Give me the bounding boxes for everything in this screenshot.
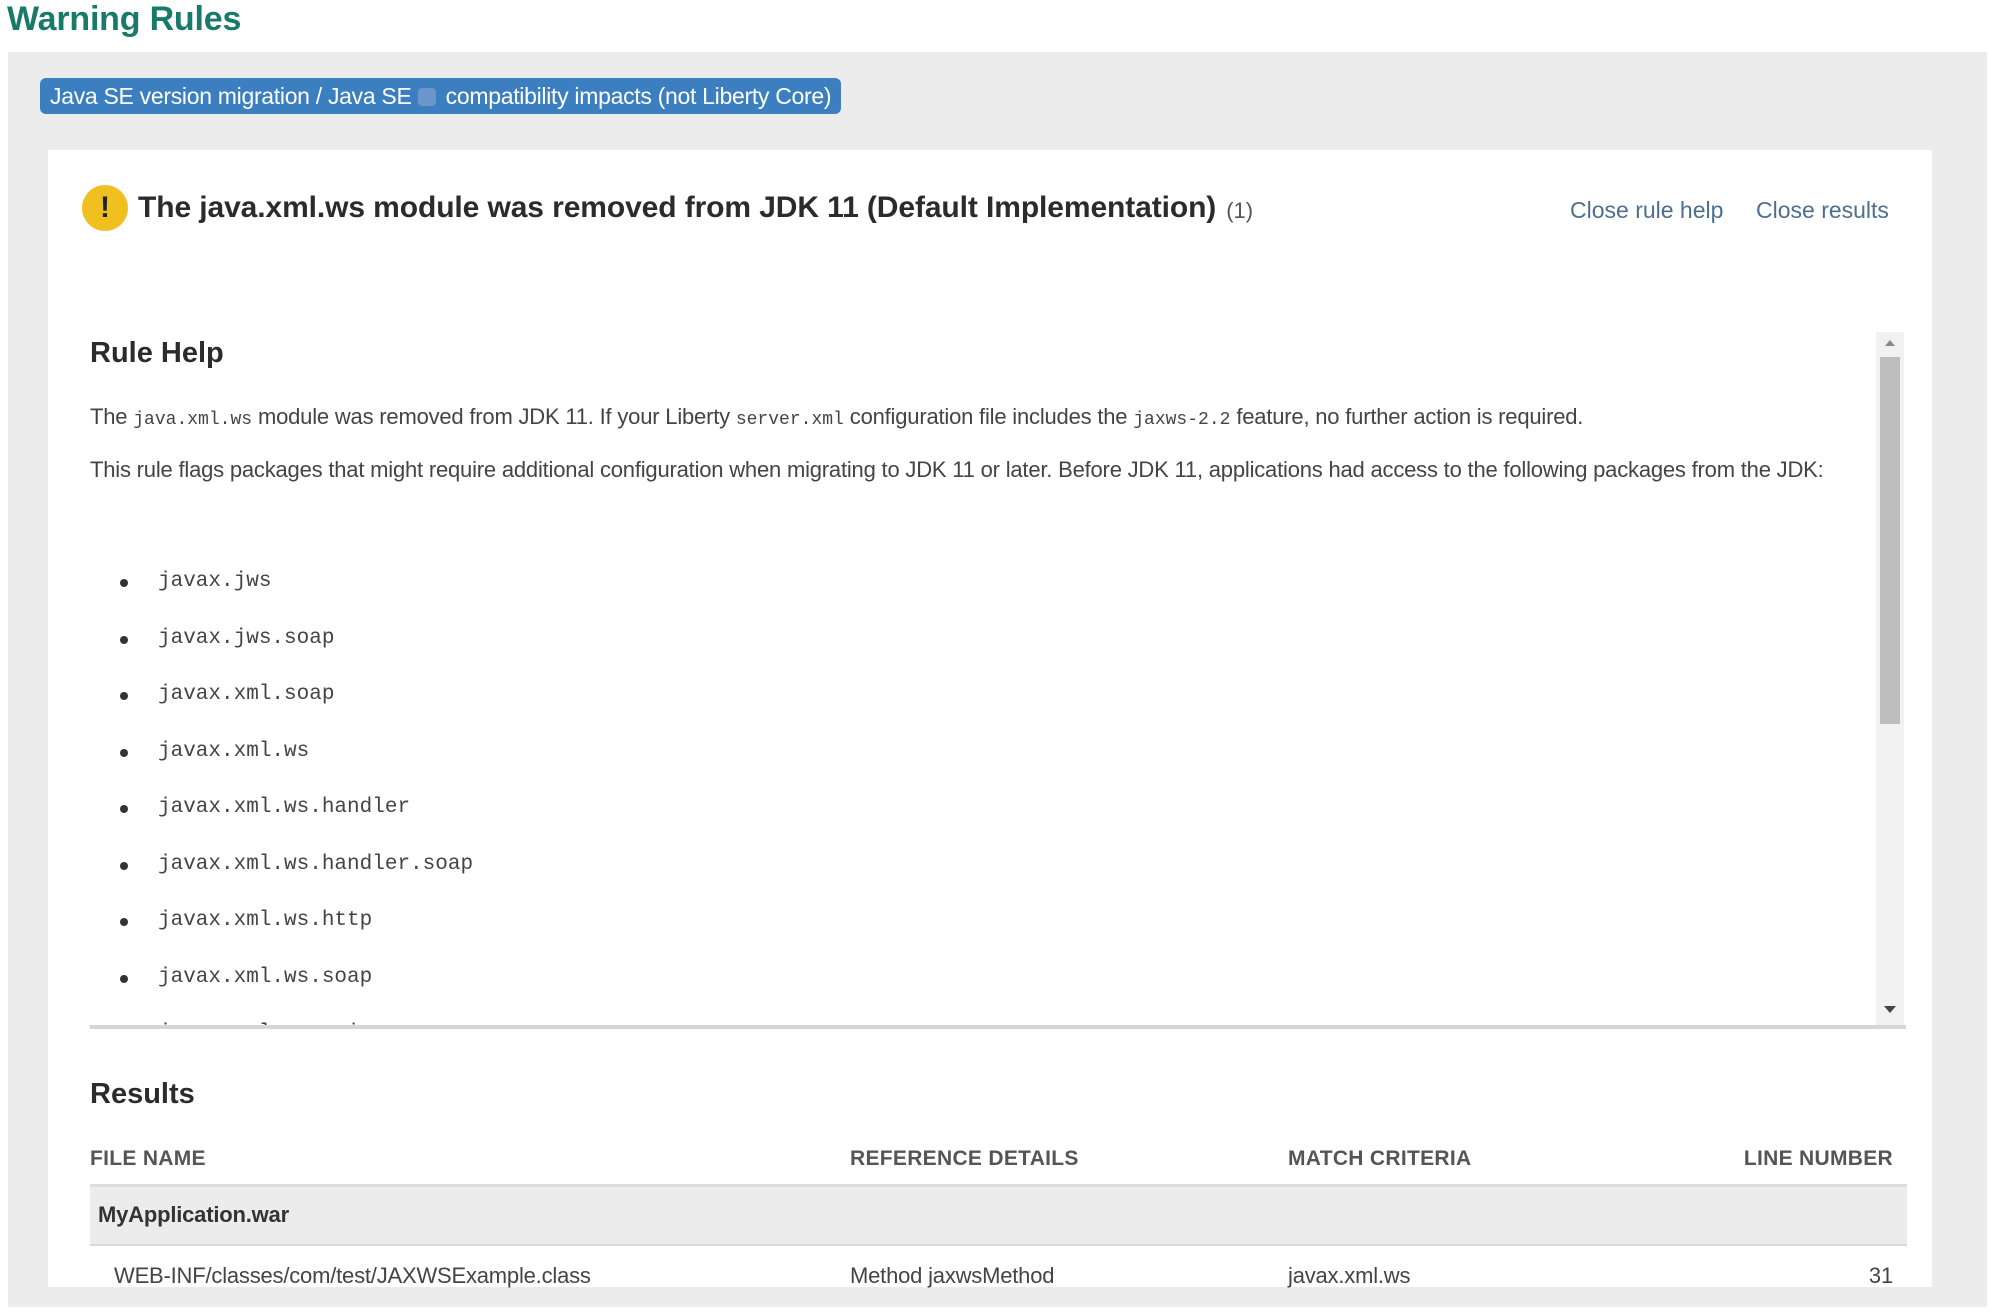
package-item: javax.xml.ws.handler: [90, 780, 473, 837]
bullet-icon: [120, 579, 128, 587]
cell-match-criteria: javax.xml.ws: [1288, 1263, 1411, 1288]
bullet-icon: [120, 918, 128, 926]
page-title: Warning Rules: [7, 0, 242, 38]
package-name: javax.xml.soap: [158, 683, 335, 706]
results-header-row: FILE NAME REFERENCE DETAILS MATCH CRITER…: [90, 1135, 1907, 1187]
package-name: javax.xml.ws.handler.soap: [158, 852, 474, 876]
rule-header: ! The java.xml.ws module was removed fro…: [82, 185, 1253, 231]
text: configuration file includes the: [843, 404, 1134, 429]
section-divider: [90, 1025, 1906, 1029]
bullet-icon: [120, 692, 128, 700]
group-name: MyApplication.war: [90, 1185, 1907, 1246]
close-rule-help-link[interactable]: Close rule help: [1570, 197, 1723, 224]
rule-title: The java.xml.ws module was removed from …: [138, 191, 1217, 224]
column-header-reference-details[interactable]: REFERENCE DETAILS: [850, 1135, 1288, 1187]
column-header-match-criteria[interactable]: MATCH CRITERIA: [1288, 1135, 1728, 1187]
bullet-icon: [120, 974, 128, 983]
close-results-link[interactable]: Close results: [1756, 197, 1889, 224]
package-list: javax.jws javax.jws.soap javax.xml.soap …: [90, 554, 473, 1028]
package-name: javax.xml.ws.http: [158, 909, 373, 932]
text: feature, no further action is required.: [1230, 404, 1584, 429]
package-item: javax.xml.soap: [90, 667, 473, 724]
code-server-xml: server.xml: [735, 410, 844, 430]
redacted-version-icon: [417, 88, 436, 106]
rule-help-paragraph-2: This rule flags packages that might requ…: [90, 457, 1824, 482]
bullet-icon: [120, 805, 128, 813]
package-item: javax.xml.ws: [90, 724, 473, 781]
cell-reference-details: Method jaxwsMethod: [850, 1263, 1055, 1288]
package-name: javax.jws.soap: [158, 626, 335, 650]
rule-result-count: (1): [1226, 198, 1254, 223]
rule-help-scroll-area[interactable]: Rule Help The java.xml.ws module was rem…: [90, 322, 1908, 1028]
rule-container: Java SE version migration / Java SE comp…: [8, 52, 1987, 1307]
bullet-icon: [120, 635, 128, 644]
cell-line-number: 31: [1868, 1263, 1893, 1288]
code-java-xml-ws: java.xml.ws: [133, 410, 253, 430]
rule-help-heading: Rule Help: [90, 337, 224, 369]
package-item: javax.xml.ws.soap: [90, 950, 473, 1007]
text: The: [90, 404, 134, 429]
rule-help-paragraph-1: The java.xml.ws module was removed from …: [90, 400, 1880, 437]
package-item: javax.jws: [90, 554, 473, 611]
bullet-icon: [120, 748, 128, 757]
column-header-line-number[interactable]: LINE NUMBER: [1728, 1135, 1907, 1187]
scroll-up-arrow-icon[interactable]: [1876, 332, 1904, 354]
package-name: javax.xml.ws.soap: [158, 965, 373, 989]
bullet-icon: [120, 861, 128, 870]
code-jaxws-feature: jaxws-2.2: [1133, 410, 1231, 430]
category-label-suffix: compatibility impacts (not Liberty Core): [439, 83, 832, 109]
rule-detail-panel: ! The java.xml.ws module was removed fro…: [48, 150, 1932, 1288]
results-heading: Results: [90, 1078, 195, 1110]
package-name: javax.xml.ws.handler: [158, 796, 411, 819]
package-item: javax.xml.ws.http: [90, 893, 473, 950]
table-row[interactable]: WEB-INF/classes/com/test/JAXWSExample.cl…: [90, 1245, 1907, 1306]
cell-file-name: WEB-INF/classes/com/test/JAXWSExample.cl…: [114, 1263, 591, 1288]
package-item: javax.jws.soap: [90, 611, 473, 668]
text: module was removed from JDK 11. If your …: [252, 404, 736, 429]
results-table: FILE NAME REFERENCE DETAILS MATCH CRITER…: [90, 1135, 1907, 1306]
rule-help-scrollbar[interactable]: [1876, 332, 1904, 1028]
package-name: javax.xml.ws: [158, 739, 310, 763]
package-name: javax.jws: [158, 570, 272, 593]
scroll-down-arrow-icon[interactable]: [1876, 998, 1904, 1020]
scrollbar-thumb[interactable]: [1880, 357, 1900, 724]
package-item: javax.xml.ws.handler.soap: [90, 837, 473, 894]
results-group-row[interactable]: MyApplication.war: [90, 1185, 1907, 1246]
category-badge[interactable]: Java SE version migration / Java SE comp…: [40, 78, 842, 114]
category-label-prefix: Java SE version migration / Java SE: [50, 83, 418, 109]
warning-icon: !: [82, 185, 128, 231]
column-header-file-name[interactable]: FILE NAME: [90, 1135, 850, 1187]
